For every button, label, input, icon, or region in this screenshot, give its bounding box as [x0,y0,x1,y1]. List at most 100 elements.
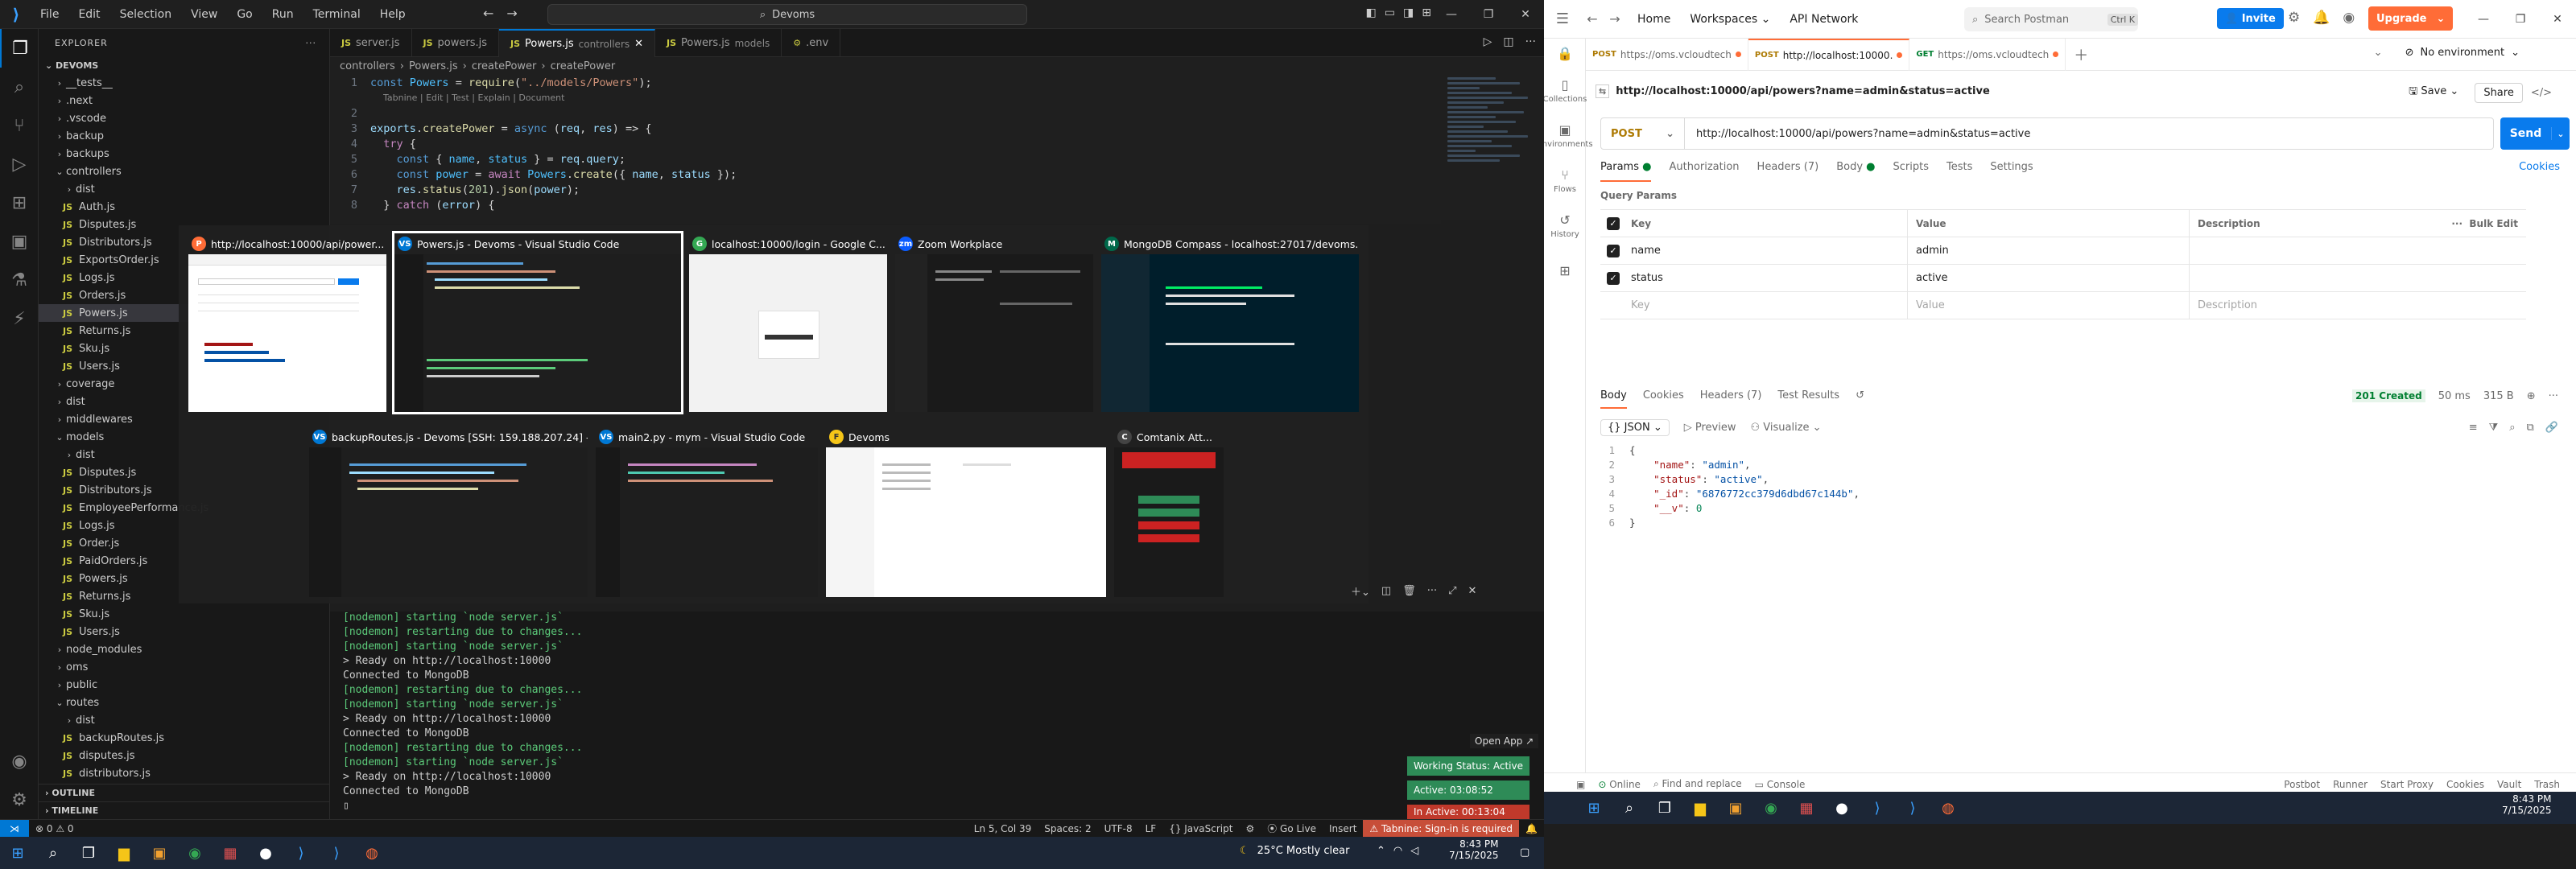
tab-response-cookies[interactable]: Cookies [1643,389,1684,409]
menu-item-view[interactable]: View [183,5,225,24]
timeline-section[interactable]: › TIMELINE [39,801,329,819]
param-key[interactable]: name [1626,237,1908,265]
file-item[interactable]: JS Users.js [39,623,329,640]
close-panel-icon[interactable]: ✕ [1468,585,1477,597]
restore-button[interactable]: ❐ [2502,0,2539,39]
param-checkbox[interactable]: ✓ [1607,271,1620,285]
new-key-input[interactable]: Key [1626,291,1908,319]
remote-explorer-icon[interactable]: ▣ [0,222,39,261]
breadcrumb-item[interactable]: createPower [472,60,537,72]
folder-item[interactable]: › backup [39,127,329,145]
menu-item-help[interactable]: Help [372,5,414,24]
menu-item-edit[interactable]: Edit [70,5,108,24]
run-debug-icon[interactable]: ▷ [0,145,39,183]
param-description[interactable] [2190,237,2526,265]
task-view-icon[interactable]: ❐ [71,837,106,869]
runner-button[interactable]: Runner [2333,779,2368,790]
tab-params[interactable]: Params ● [1600,161,1652,182]
request-name[interactable]: http://localhost:10000/api/powers?name=a… [1616,85,1990,97]
file-item[interactable]: JS Auth.js [39,198,329,216]
vscode-icon[interactable]: ⟩ [319,837,354,869]
send-button[interactable]: Send ⌄ [2500,117,2570,150]
copy-icon[interactable]: ⧉ [2527,422,2534,434]
folder-item[interactable]: › node_modules [39,640,329,658]
menu-item-file[interactable]: File [32,5,67,24]
menu-item-run[interactable]: Run [264,5,302,24]
avatar[interactable]: ◉ [2343,10,2355,26]
param-description[interactable] [2190,265,2526,292]
invite-button[interactable]: 👤 Invite [2217,8,2284,29]
minimize-button[interactable]: — [2465,0,2502,39]
restore-button[interactable]: ❐ [1470,0,1507,29]
source-control-icon[interactable]: ⑂ [0,106,39,145]
vault-button[interactable]: Vault [2497,779,2521,790]
wifi-icon[interactable]: ◠ [1393,845,1402,857]
sidebar-item-environments[interactable]: ▣Environments [1544,113,1593,158]
manage-gear-icon[interactable]: ⚙ [0,780,39,819]
weather-widget[interactable]: ☾ 25°C Mostly clear [1240,845,1349,857]
nav-item[interactable]: Workspaces ⌄ [1690,13,1770,26]
select-all-checkbox[interactable]: ✓ [1607,216,1620,230]
volume-icon[interactable]: ◁ [1410,845,1418,857]
new-value-input[interactable]: Value [1908,291,2190,319]
chevron-down-icon[interactable]: ⌄ [2374,47,2383,59]
notifications-bell-icon[interactable]: 🔔 [2313,10,2330,26]
tab-headers[interactable]: Headers (7) [1757,161,1819,182]
upgrade-button[interactable]: Upgrade ⌄ [2368,6,2454,31]
tab-body[interactable]: Body ● [1836,161,1875,182]
response-time[interactable]: 50 ms [2438,390,2471,402]
back-arrow-icon[interactable]: ← [1581,11,1604,27]
back-arrow-icon[interactable]: ← [483,6,493,21]
notifications-bell-icon[interactable]: 🔔 [1519,823,1544,834]
sidebar-item-history[interactable]: ↺ History [1544,203,1586,248]
clock[interactable]: 8:43 PM 7/15/2025 [1449,838,1499,861]
param-value[interactable]: active [1908,264,2190,292]
switcher-window-comtanix[interactable]: C Comtanix Att... [1114,426,1224,597]
trash-button[interactable]: Trash [2534,779,2560,790]
console-button[interactable]: ▭ Console [1755,779,1806,790]
toggle-secondary-sidebar-icon[interactable]: ◨ [1403,6,1414,19]
layout-icon[interactable]: ▣ [1576,779,1585,790]
link-icon[interactable]: 🔗 [2545,422,2558,434]
copilot-icon[interactable]: ⚙ [1239,823,1261,834]
switcher-window-vscode-powers[interactable]: VS Powers.js - Devoms - Visual Studio Cod… [392,231,683,414]
file-explorer-icon[interactable]: ▆ [106,837,142,869]
workspace-lock-icon[interactable]: 🔒 [1544,39,1586,68]
windows-start-icon[interactable]: ⊞ [0,837,35,869]
toggle-panel-icon[interactable]: ▭ [1385,6,1395,19]
switcher-window-vscode-main2[interactable]: VS main2.py - mym - Visual Studio Code [596,426,818,597]
editor-tab[interactable]: ⚙ .env [782,29,841,57]
project-root[interactable]: ⌄ DEVOMS [39,56,329,74]
start-proxy-button[interactable]: Start Proxy [2380,779,2434,790]
format-select[interactable]: {} JSON ⌄ [1600,418,1670,436]
search-icon[interactable]: ⌕ [35,837,71,869]
status-badge[interactable]: 201 Created [2352,389,2425,402]
explorer-icon[interactable]: ❐ [0,29,39,68]
tab-authorization[interactable]: Authorization [1669,161,1739,182]
tab-scripts[interactable]: Scripts [1893,161,1929,182]
extensions-icon[interactable]: ⊞ [0,183,39,222]
chrome-icon[interactable]: ◉ [177,837,213,869]
tabnine-icon[interactable]: ⚡ [0,299,39,338]
postbot-button[interactable]: Postbot [2284,779,2320,790]
tray-chevron-icon[interactable]: ⌃ [1377,845,1385,857]
online-status[interactable]: ⊙ Online [1598,779,1641,790]
close-icon[interactable]: ✕ [634,38,643,50]
store-icon[interactable]: ▣ [142,837,177,869]
wrap-icon[interactable]: ≡ [2469,422,2478,434]
task-view-icon[interactable]: ❐ [1647,792,1682,824]
folder-item[interactable]: › dist [39,180,329,198]
search-icon[interactable]: ⌕ [0,68,39,106]
forward-arrow-icon[interactable]: → [506,6,517,21]
cursor-position[interactable]: Ln 5, Col 39 [968,823,1038,834]
nav-item[interactable]: API Network [1790,13,1858,26]
preview-button[interactable]: ▷ Preview [1684,422,1736,434]
comtanix-icon[interactable]: ● [248,837,283,869]
end-of-line[interactable]: LF [1139,823,1163,834]
minimap[interactable] [1441,75,1544,220]
switcher-window-zoom[interactable]: zm Zoom Workplace [895,233,1093,412]
code-icon[interactable]: </> [2531,87,2552,99]
folder-item[interactable]: › .vscode [39,109,329,127]
go-live-status[interactable]: ⦿ Go Live [1261,822,1323,835]
url-input[interactable]: http://localhost:10000/api/powers?name=a… [1685,128,2030,140]
